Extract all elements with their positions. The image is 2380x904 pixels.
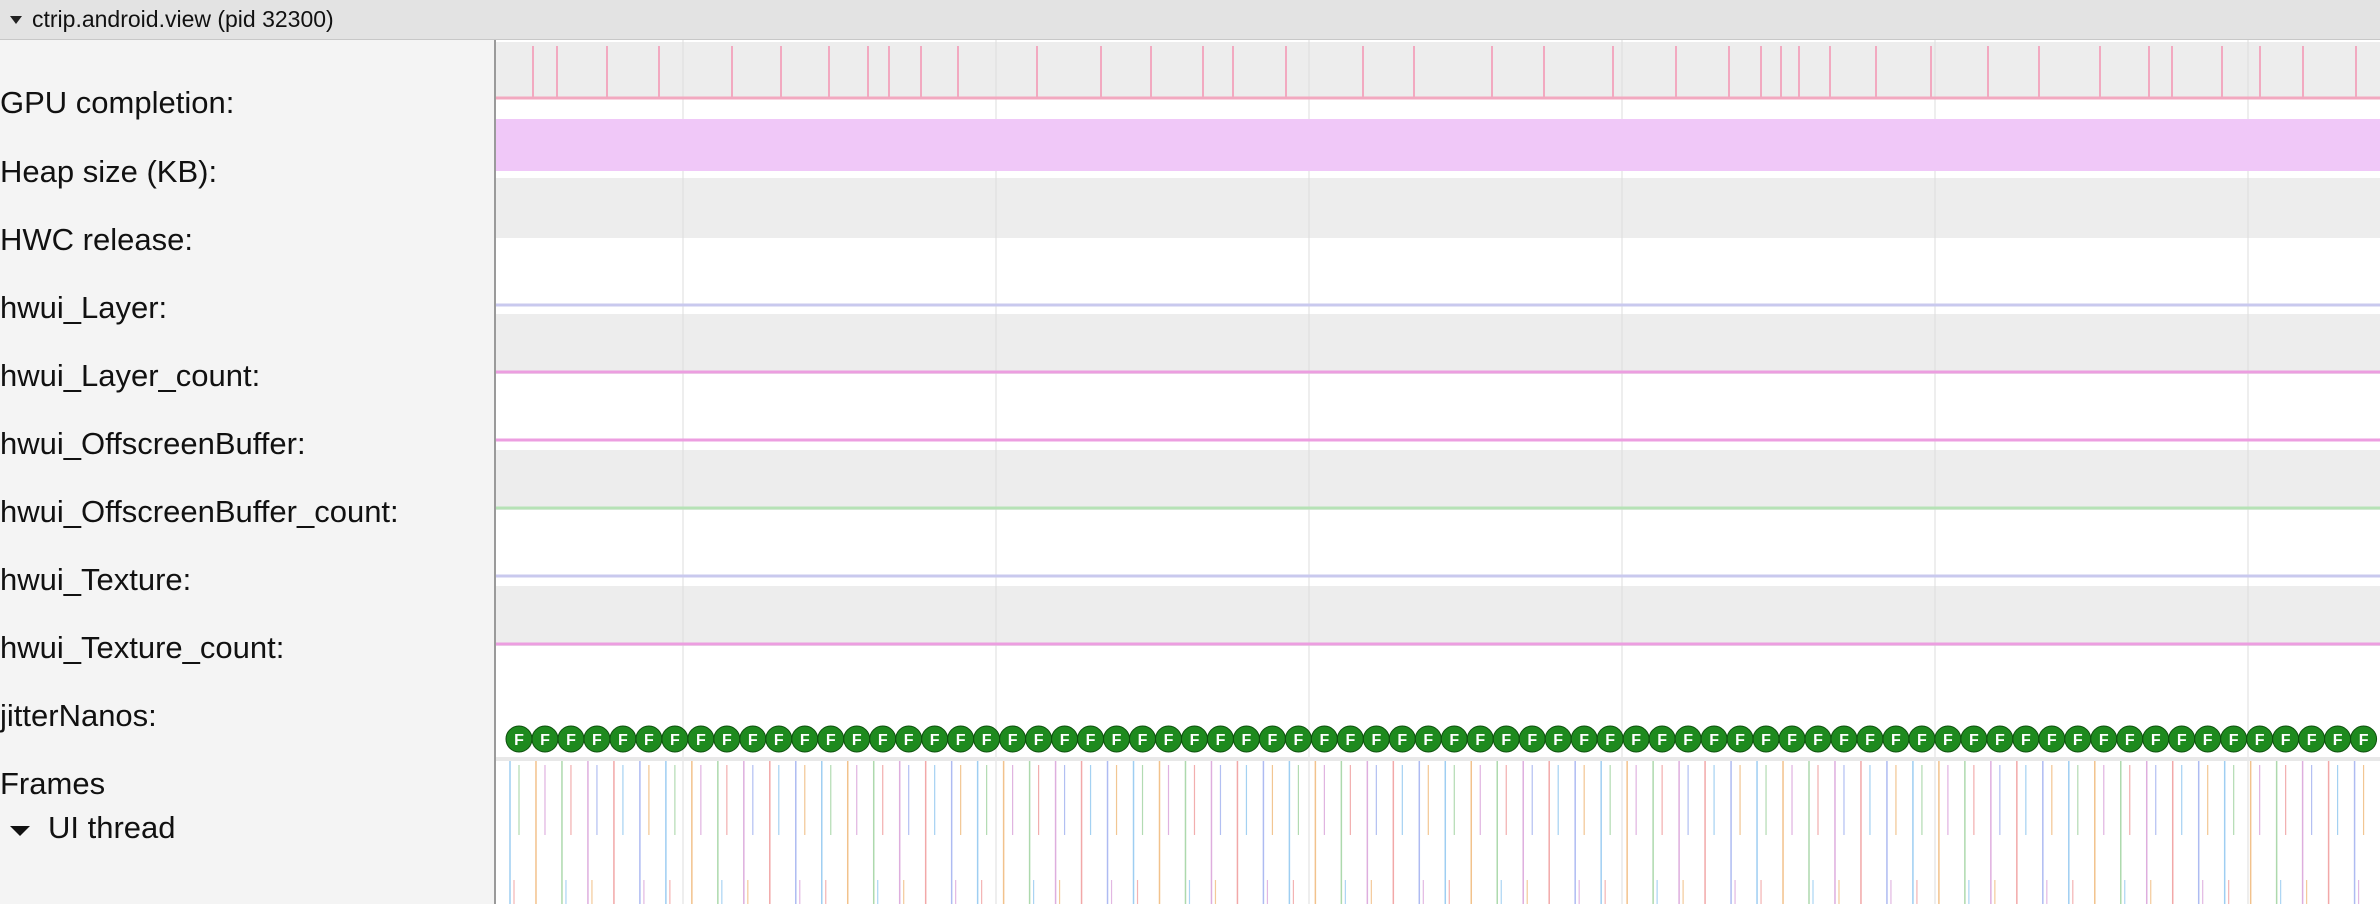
frame-marker-label: F: [1242, 732, 1252, 749]
frame-marker-label: F: [722, 732, 732, 749]
track-label-ui-thread[interactable]: UI thread: [48, 812, 176, 843]
frame-marker-label: F: [1865, 732, 1875, 749]
frame-marker-label: F: [2047, 732, 2057, 749]
frame-marker-label: F: [1917, 732, 1927, 749]
track-label-gpu-completion: GPU completion:: [0, 85, 235, 120]
frame-marker-label: F: [2307, 732, 2317, 749]
frame-marker-label: F: [1813, 732, 1823, 749]
frame-marker-label: F: [1008, 732, 1018, 749]
frame-marker-label: F: [1086, 732, 1096, 749]
frame-marker-label: F: [2281, 732, 2291, 749]
frame-marker-label: F: [1138, 732, 1148, 749]
track-label-heap-size: Heap size (KB):: [0, 154, 218, 189]
process-header[interactable]: ctrip.android.view (pid 32300): [0, 0, 2380, 40]
frame-marker-label: F: [566, 732, 576, 749]
frame-marker-label: F: [1761, 732, 1771, 749]
frame-marker-label: F: [2333, 732, 2343, 749]
frame-marker-label: F: [878, 732, 888, 749]
frame-marker-label: F: [1034, 732, 1044, 749]
frame-marker-label: F: [1683, 732, 1693, 749]
track-label-hwui-texture: hwui_Texture:: [0, 562, 192, 597]
track-labels-panel: GPU completion: Heap size (KB): HWC rele…: [0, 40, 496, 904]
frame-marker-label: F: [982, 732, 992, 749]
frame-marker-label: F: [1579, 732, 1589, 749]
frame-marker-label: F: [1995, 732, 2005, 749]
frame-marker-label: F: [1060, 732, 1070, 749]
frame-marker-label: F: [774, 732, 784, 749]
frame-marker-label: F: [1943, 732, 1953, 749]
frame-marker-label: F: [1112, 732, 1122, 749]
track-label-hwui-offscreenbuffer-count: hwui_OffscreenBuffer_count:: [0, 494, 399, 529]
frame-marker-label: F: [1423, 732, 1433, 749]
frame-marker-label: F: [592, 732, 602, 749]
frame-marker-label: F: [1891, 732, 1901, 749]
frame-marker-label: F: [540, 732, 550, 749]
track-label-hwc-release: HWC release:: [0, 222, 193, 257]
frame-marker-label: F: [1397, 732, 1407, 749]
frame-marker-label: F: [1345, 732, 1355, 749]
track-band: [496, 314, 2380, 374]
trace-viewer: ctrip.android.view (pid 32300) GPU compl…: [0, 0, 2380, 904]
frame-marker-label: F: [1709, 732, 1719, 749]
frame-marker-label: F: [2073, 732, 2083, 749]
track-label-hwui-layer-count: hwui_Layer_count:: [0, 358, 261, 393]
frame-marker-label: F: [2151, 732, 2161, 749]
frame-marker-label: F: [670, 732, 680, 749]
frame-marker-label: F: [1839, 732, 1849, 749]
track-label-hwui-texture-count: hwui_Texture_count:: [0, 630, 285, 665]
frame-marker-label: F: [2359, 732, 2369, 749]
frame-marker-label: F: [2099, 732, 2109, 749]
frame-marker-label: F: [930, 732, 940, 749]
expand-triangle-icon[interactable]: [10, 826, 30, 836]
frame-marker-label: F: [618, 732, 628, 749]
frame-marker-label: F: [1787, 732, 1797, 749]
track-label-hwui-offscreenbuffer: hwui_OffscreenBuffer:: [0, 426, 306, 461]
frame-marker-label: F: [644, 732, 654, 749]
frame-marker-label: F: [2229, 732, 2239, 749]
frame-marker-label: F: [1735, 732, 1745, 749]
frame-marker-label: F: [852, 732, 862, 749]
frame-marker-label: F: [1553, 732, 1563, 749]
frame-marker-label: F: [1190, 732, 1200, 749]
track-label-hwui-layer: hwui_Layer:: [0, 290, 168, 325]
track-band: [496, 42, 2380, 98]
frame-marker-label: F: [1449, 732, 1459, 749]
track-band: [496, 178, 2380, 238]
frame-marker-label: F: [2125, 732, 2135, 749]
frame-marker-label: F: [1319, 732, 1329, 749]
track-label-jitternanos: jitterNanos:: [0, 698, 157, 733]
track-label-frames: Frames: [0, 766, 106, 801]
frame-marker-label: F: [1631, 732, 1641, 749]
track-band: [496, 450, 2380, 510]
frame-marker-label: F: [2255, 732, 2265, 749]
frame-marker-label: F: [1268, 732, 1278, 749]
frame-marker-label: F: [2203, 732, 2213, 749]
frame-marker-label: F: [1475, 732, 1485, 749]
heap-size-area: [496, 119, 2380, 171]
frames-divider: [496, 757, 2380, 761]
frame-marker-label: F: [826, 732, 836, 749]
frame-marker-label: F: [696, 732, 706, 749]
process-title: ctrip.android.view (pid 32300): [32, 6, 334, 32]
frame-marker-label: F: [1605, 732, 1615, 749]
frame-marker-label: F: [1527, 732, 1537, 749]
frame-marker-label: F: [800, 732, 810, 749]
frame-marker-label: F: [1216, 732, 1226, 749]
frame-marker-label: F: [2177, 732, 2187, 749]
frame-marker-label: F: [1501, 732, 1511, 749]
frame-marker-label: F: [514, 732, 524, 749]
frame-marker-label: F: [956, 732, 966, 749]
timeline-canvas[interactable]: FFFFFFFFFFFFFFFFFFFFFFFFFFFFFFFFFFFFFFFF…: [496, 40, 2380, 904]
frame-marker-label: F: [748, 732, 758, 749]
frame-marker-label: F: [1657, 732, 1667, 749]
collapse-triangle-icon[interactable]: [10, 15, 22, 24]
frame-marker-label: F: [904, 732, 914, 749]
frame-marker-label: F: [2021, 732, 2031, 749]
timeline-plot[interactable]: FFFFFFFFFFFFFFFFFFFFFFFFFFFFFFFFFFFFFFFF…: [496, 40, 2380, 904]
track-band: [496, 586, 2380, 646]
frame-marker-label: F: [1164, 732, 1174, 749]
frame-marker-label: F: [1371, 732, 1381, 749]
frame-marker-label: F: [1969, 732, 1979, 749]
frame-marker-label: F: [1294, 732, 1304, 749]
